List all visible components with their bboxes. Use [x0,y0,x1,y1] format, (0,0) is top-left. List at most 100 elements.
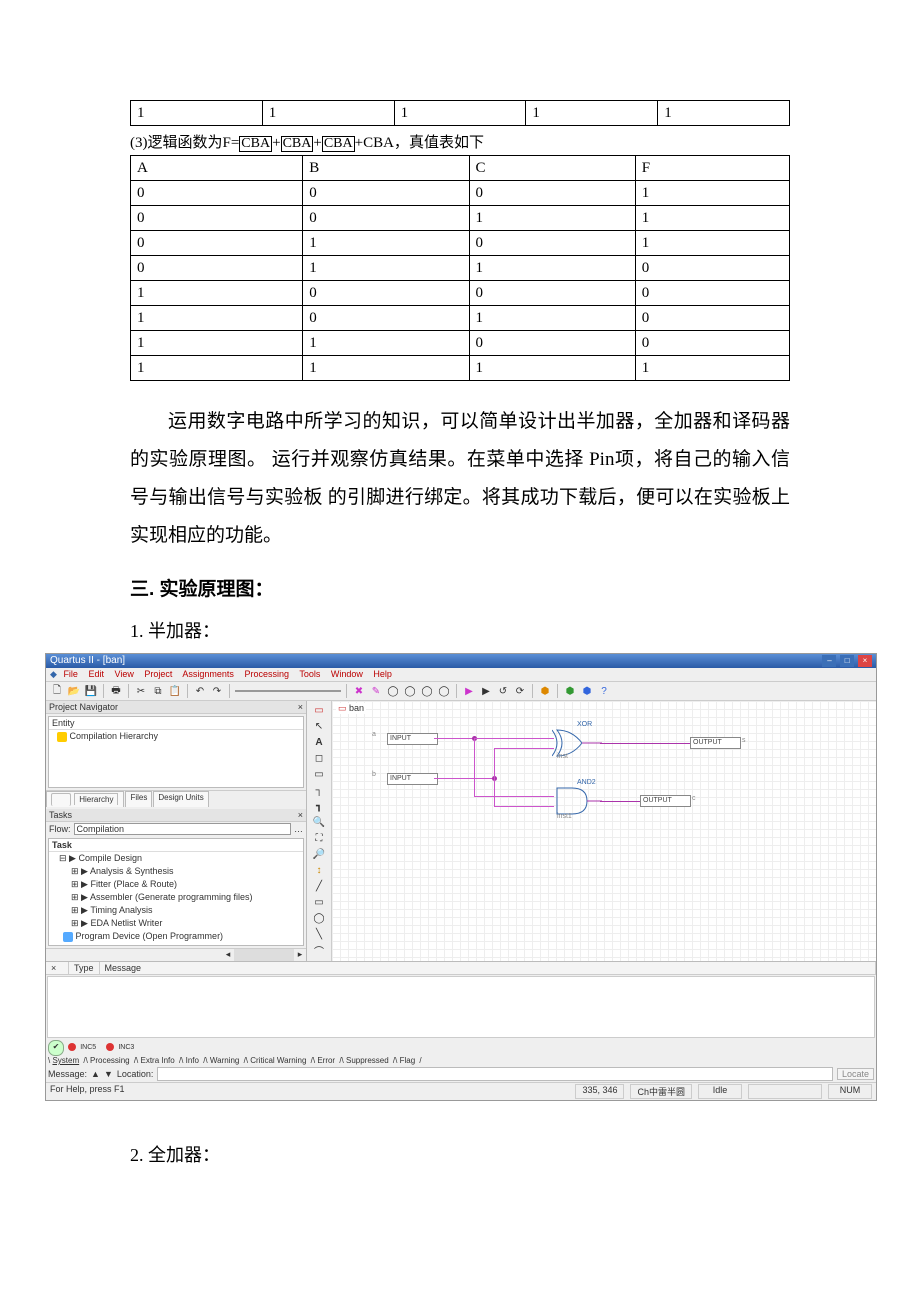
rect-tool-icon[interactable]: ▭ [310,895,328,909]
scroll-right-icon[interactable]: ▸ [294,949,306,961]
messages-list[interactable] [47,976,875,1038]
copy-icon[interactable]: ⧉ [151,684,165,698]
menu-assignments[interactable]: Assignments [182,669,234,679]
tool-icon[interactable]: ⬢ [580,684,594,698]
bus-tool-icon[interactable]: ┓ [310,799,328,813]
tab-critical-warning[interactable]: Critical Warning [250,1056,306,1065]
input-pin-a[interactable]: INPUT [387,733,438,745]
task-item[interactable]: ⊞ ▶ EDA Netlist Writer [49,917,303,930]
table-row: 0011 [131,206,790,231]
task-item[interactable]: ⊞ ▶ Assembler (Generate programming file… [49,891,303,904]
tab-error[interactable]: Error [317,1056,335,1065]
tab-suppressed[interactable]: Suppressed [346,1056,389,1065]
maximize-button[interactable]: □ [840,655,854,667]
hierarchy-item[interactable]: Compilation Hierarchy [49,730,303,743]
menu-file[interactable]: File [63,669,78,679]
tool-icon[interactable]: ◯ [386,684,400,698]
locate-button[interactable]: Locate [837,1068,874,1080]
panel-close-icon[interactable]: × [298,810,303,820]
filter-button[interactable]: ✔ [48,1040,64,1056]
menu-project[interactable]: Project [144,669,172,679]
document-tab[interactable]: ▭ ban [336,703,366,714]
task-item[interactable]: ⊞ ▶ Timing Analysis [49,904,303,917]
tab-system[interactable]: System [52,1056,79,1065]
tab-info[interactable]: Info [186,1056,199,1065]
tab-flag[interactable]: Flag [400,1056,416,1065]
window-titlebar[interactable]: Quartus II - [ban] – □ × [46,654,876,668]
compile-icon[interactable]: ▶ [462,684,476,698]
menu-bar[interactable]: ◆ File Edit View Project Assignments Pro… [46,668,876,682]
pointer-tool-icon[interactable]: ↖ [310,719,328,733]
zoom-tool-icon[interactable]: 🔍 [310,815,328,829]
th: A [131,156,303,181]
menu-view[interactable]: View [115,669,134,679]
panel-close-icon[interactable]: × [298,702,303,712]
help-icon[interactable]: ? [597,684,611,698]
line-tool-icon[interactable]: ╲ [310,927,328,941]
redo-icon[interactable]: ↷ [210,684,224,698]
print-icon[interactable]: 🖶 [109,684,123,698]
cut-icon[interactable]: ✂ [134,684,148,698]
find-tool-icon[interactable]: 🔎 [310,847,328,861]
text-tool-icon[interactable]: A [310,735,328,749]
menu-help[interactable]: Help [373,669,392,679]
task-item[interactable]: Program Device (Open Programmer) [49,930,303,943]
menu-window[interactable]: Window [331,669,363,679]
schematic-canvas[interactable]: ▭ ban INPUT a INPUT b [332,701,876,961]
tool-icon[interactable]: ▶ [479,684,493,698]
tool-icon[interactable]: ↺ [496,684,510,698]
tab-hierarchy[interactable]: Hierarchy [46,791,124,807]
tab-extra-info[interactable]: Extra Info [140,1056,174,1065]
block-tool-icon[interactable]: ▭ [310,703,328,717]
close-button[interactable]: × [858,655,872,667]
tab-warning[interactable]: Warning [210,1056,240,1065]
menu-processing[interactable]: Processing [244,669,289,679]
tool-icon[interactable]: ✖ [352,684,366,698]
tab-files[interactable]: Files [125,791,152,807]
tool-icon[interactable]: ⬢ [538,684,552,698]
wire-tool-icon[interactable]: ┐ [310,783,328,797]
output-pin-s[interactable]: OUTPUT [690,737,741,749]
tab-processing[interactable]: Processing [90,1056,130,1065]
minimize-button[interactable]: – [822,655,836,667]
flow-dropdown[interactable]: Compilation [74,823,291,835]
save-icon[interactable]: 💾 [84,684,98,698]
table-row: 1111 [131,356,790,381]
undo-icon[interactable]: ↶ [193,684,207,698]
input-pin-b[interactable]: INPUT [387,773,438,785]
open-icon[interactable]: 📂 [67,684,81,698]
plus: + [313,135,321,151]
schematic-tool-palette: ▭ ↖ A ◻ ▭ ┐ ┓ 🔍 ⛶ 🔎 ↕ ╱ ▭ ◯ ╲ ⌒ [307,701,332,961]
message-tabs: ✔ INC5 INC3 \ System /\ Processing /\ Ex… [46,1039,876,1066]
oval-tool-icon[interactable]: ◯ [310,911,328,925]
close-icon[interactable]: × [46,962,69,974]
task-item[interactable]: ⊞ ▶ Fitter (Place & Route) [49,878,303,891]
block-tool-icon[interactable]: ▭ [310,767,328,781]
customize-button[interactable]: … [294,824,303,834]
task-item[interactable]: ⊞ ▶ Analysis & Synthesis [49,865,303,878]
paste-icon[interactable]: 📋 [168,684,182,698]
arc-tool-icon[interactable]: ⌒ [310,943,328,957]
tool-icon[interactable]: ↕ [310,863,328,877]
project-dropdown[interactable] [235,690,341,692]
nav-up-icon[interactable]: ▲ [91,1069,100,1079]
new-icon[interactable]: 🗋 [50,684,64,698]
tool-icon[interactable]: ◯ [420,684,434,698]
menu-edit[interactable]: Edit [88,669,104,679]
tool-icon[interactable]: ✎ [369,684,383,698]
menu-tools[interactable]: Tools [299,669,320,679]
full-screen-icon[interactable]: ⛶ [310,831,328,845]
tool-icon[interactable]: ⟳ [513,684,527,698]
tab-design-units[interactable]: Design Units [153,791,208,807]
and-gate[interactable] [552,786,602,816]
nav-down-icon[interactable]: ▼ [104,1069,113,1079]
output-pin-c[interactable]: OUTPUT [640,795,691,807]
tool-icon[interactable]: ◯ [403,684,417,698]
tool-icon[interactable]: ⬢ [563,684,577,698]
tool-icon[interactable]: ◯ [437,684,451,698]
task-item[interactable]: ⊟ ▶ Compile Design [49,852,303,865]
tool-icon[interactable]: ╱ [310,879,328,893]
scroll-left-icon[interactable]: ◂ [222,949,234,961]
symbol-tool-icon[interactable]: ◻ [310,751,328,765]
location-field[interactable] [157,1067,833,1081]
